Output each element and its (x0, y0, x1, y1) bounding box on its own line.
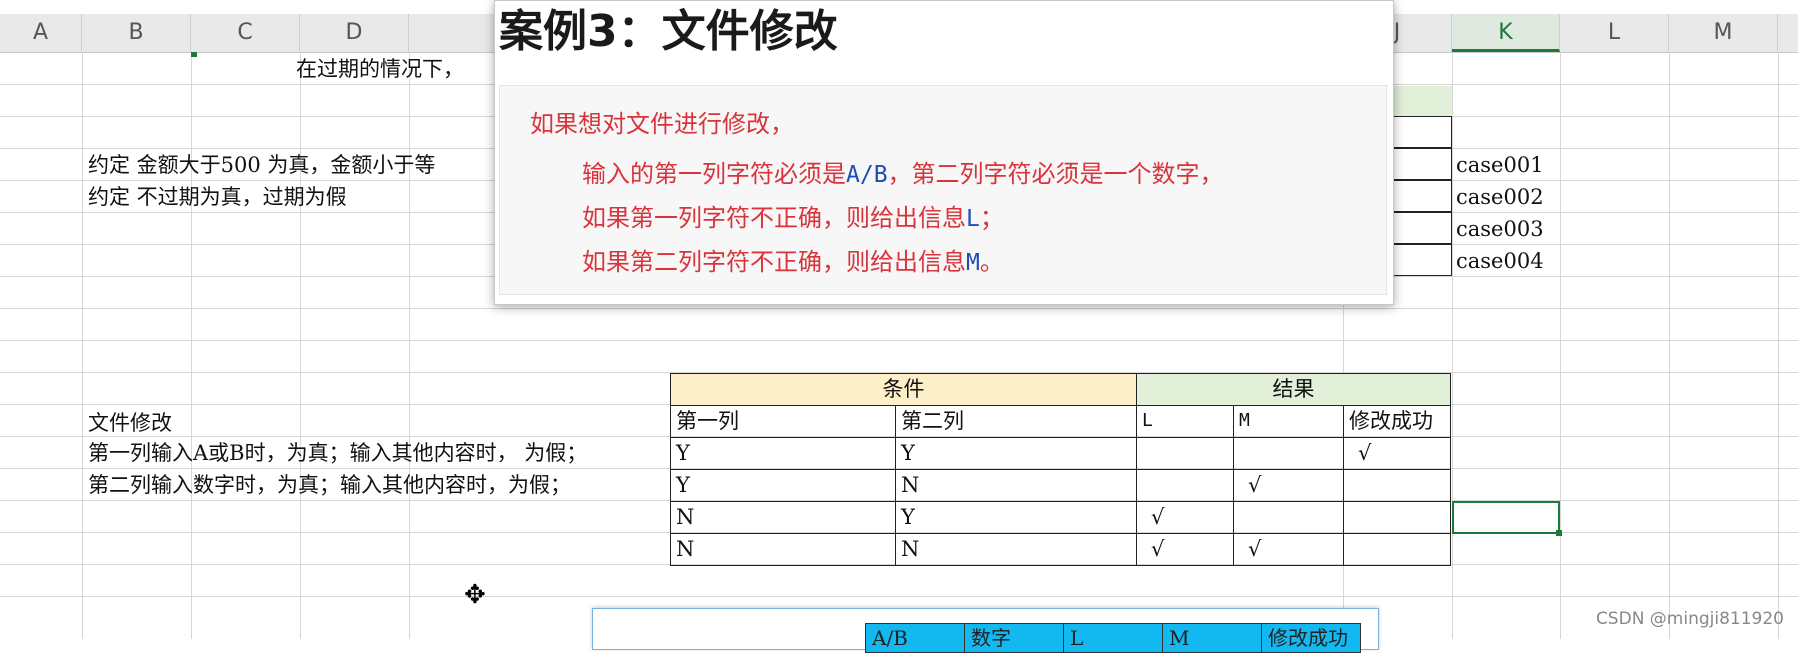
preview-cell: 数字 (964, 623, 1064, 653)
case-label[interactable]: case004 (1456, 246, 1544, 276)
preview-cell: L (1063, 623, 1163, 653)
table-cell[interactable]: √ (1136, 533, 1234, 566)
popup-line-3-pre: 如果第一列字符不正确，则给出信息 (582, 204, 966, 232)
table-cell[interactable]: N (895, 469, 1137, 502)
popup-line-3: 如果第一列字符不正确，则给出信息L； (582, 198, 1004, 233)
popup-line-4-pre: 如果第二列字符不正确，则给出信息 (582, 248, 966, 276)
popup-line-2-code: A/B (846, 162, 888, 188)
note-expired[interactable]: 在过期的情况下， (296, 54, 464, 84)
table-cell[interactable]: √ (1343, 437, 1451, 470)
watermark-text: CSDN @mingji811920 (1595, 609, 1784, 629)
note-file-title[interactable]: 文件修改 (88, 408, 172, 438)
fill-handle[interactable] (1556, 530, 1562, 536)
gridline (1669, 52, 1670, 639)
popup-title: 案例3：文件修改 (499, 6, 838, 57)
popup-description-box: 如果想对文件进行修改， 输入的第一列字符必须是A/B，第二列字符必须是一个数字，… (499, 85, 1387, 295)
table-cell[interactable] (1233, 437, 1344, 470)
popup-line-4-post: 。 (979, 248, 1004, 276)
table-column-header[interactable]: L (1136, 405, 1234, 438)
gridline (0, 340, 1798, 341)
gridline (409, 52, 410, 639)
table-cell[interactable]: √ (1233, 533, 1344, 566)
table-cell[interactable]: Y (670, 469, 896, 502)
gridline (0, 308, 1798, 309)
gridline (82, 52, 83, 639)
gridline (1452, 52, 1453, 639)
note-rule-expiry[interactable]: 约定 不过期为真，过期为假 (88, 182, 347, 212)
gridline (300, 52, 301, 639)
table-cell[interactable]: Y (895, 501, 1137, 534)
popup-line-1: 如果想对文件进行修改， (530, 110, 794, 138)
case-label[interactable]: case003 (1456, 214, 1544, 244)
case-label[interactable]: case001 (1456, 150, 1544, 180)
column-header-b[interactable]: B (82, 14, 191, 52)
cell-indicator (191, 52, 197, 57)
result-header[interactable]: 结果 (1136, 373, 1451, 406)
case-popup: 案例3：文件修改 如果想对文件进行修改， 输入的第一列字符必须是A/B，第二列字… (494, 0, 1394, 305)
table-column-header[interactable]: 修改成功 (1343, 405, 1451, 438)
table-cell[interactable]: N (895, 533, 1137, 566)
table-column-header[interactable]: 第二列 (895, 405, 1137, 438)
table-column-header[interactable]: M (1233, 405, 1344, 438)
column-header-l[interactable]: L (1560, 14, 1669, 52)
column-header-k[interactable]: K (1452, 14, 1560, 52)
preview-cell: M (1162, 623, 1262, 653)
table-cell[interactable]: Y (670, 437, 896, 470)
popup-line-2: 输入的第一列字符必须是A/B，第二列字符必须是一个数字， (582, 154, 1224, 189)
note-file-rule-1[interactable]: 第一列输入A或B时，为真；输入其他内容时， 为假； (88, 438, 587, 468)
table-column-header[interactable]: 第一列 (670, 405, 896, 438)
note-file-rule-2[interactable]: 第二列输入数字时，为真；输入其他内容时，为假； (88, 470, 571, 500)
table-cell[interactable] (1136, 469, 1234, 502)
gridline (0, 596, 1798, 597)
table-cell[interactable]: Y (895, 437, 1137, 470)
popup-line-2-post: ，第二列字符必须是一个数字， (887, 160, 1224, 188)
popup-line-2-pre: 输入的第一列字符必须是 (582, 160, 846, 188)
column-header-m[interactable]: M (1669, 14, 1778, 52)
column-header-c[interactable]: C (191, 14, 300, 52)
gridline (191, 52, 192, 639)
table-cell[interactable]: √ (1136, 501, 1234, 534)
table-cell[interactable] (1343, 469, 1451, 502)
table-cell[interactable]: N (670, 533, 896, 566)
gridline (1778, 52, 1779, 639)
condition-header[interactable]: 条件 (670, 373, 1137, 406)
table-cell[interactable]: N (670, 501, 896, 534)
gridline (1560, 52, 1561, 639)
table-cell[interactable]: √ (1233, 469, 1344, 502)
table-cell[interactable] (1343, 501, 1451, 534)
column-header-d[interactable]: D (300, 14, 409, 52)
column-header-a[interactable]: A (0, 14, 82, 52)
popup-line-3-code: L (966, 206, 980, 232)
table-cell[interactable] (1136, 437, 1234, 470)
table-cell[interactable] (1343, 533, 1451, 566)
cell-cursor-icon: ✥ (464, 580, 486, 610)
case-label[interactable]: case002 (1456, 182, 1544, 212)
popup-line-3-post: ； (979, 204, 1004, 232)
preview-cell: A/B (865, 623, 965, 653)
table-cell[interactable] (1233, 501, 1344, 534)
preview-cell: 修改成功 (1261, 623, 1361, 653)
popup-line-4-code: M (966, 250, 980, 276)
bottom-preview-panel: A/B 数字 L M 修改成功 (592, 608, 1379, 653)
popup-line-4: 如果第二列字符不正确，则给出信息M。 (582, 242, 1004, 277)
selected-cell[interactable] (1452, 501, 1562, 536)
note-rule-amount[interactable]: 约定 金额大于500 为真，金额小于等 (88, 150, 435, 180)
